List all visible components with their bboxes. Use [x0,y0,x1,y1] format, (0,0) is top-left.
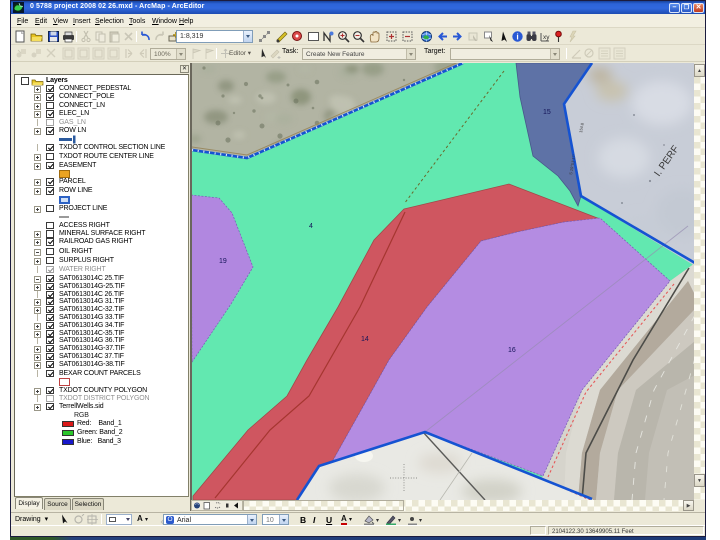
svg-text:19: 19 [219,258,227,265]
svg-text:16: 16 [508,347,516,354]
svg-text:▾: ▾ [376,518,379,524]
svg-text:14: 14 [361,336,369,343]
svg-text:▾: ▾ [419,518,422,524]
svg-text:▾: ▾ [398,518,401,524]
svg-text:15: 15 [543,109,551,116]
svg-text:xy: xy [543,34,550,41]
svg-text:i: i [516,32,518,42]
svg-text:4: 4 [309,223,313,230]
